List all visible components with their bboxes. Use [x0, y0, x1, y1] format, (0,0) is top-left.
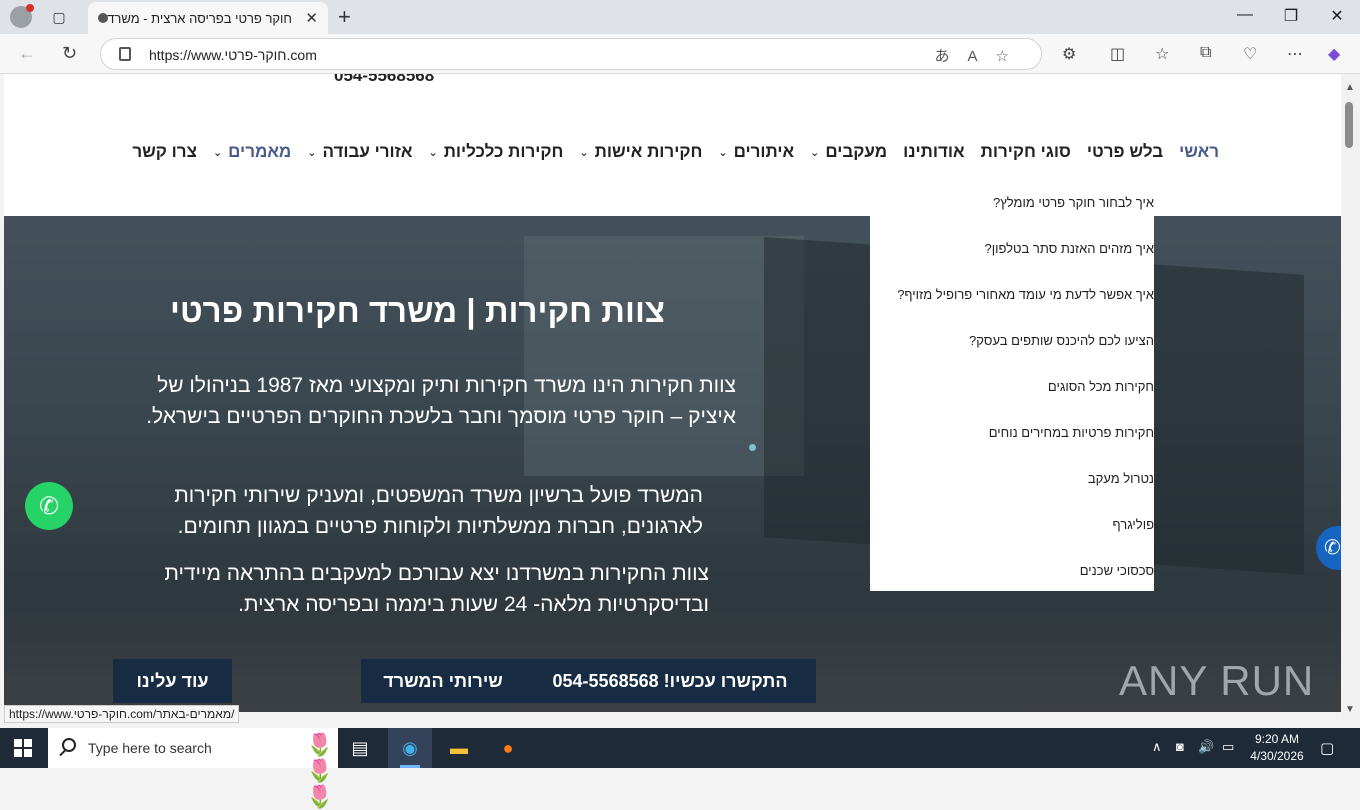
collections-icon[interactable]: ⧉	[1200, 44, 1211, 62]
office-services-button[interactable]: שירותי המשרד	[361, 659, 525, 703]
tab-close-icon[interactable]: ✕	[305, 9, 318, 27]
bullet-dot-icon	[749, 444, 756, 451]
menu-item-6[interactable]: מעקבים ⌄	[802, 142, 895, 162]
address-toolbar: ← ↻ https://www.חוקר-פרטי.com あA☆ ⚙ ◫ ☆ …	[0, 34, 1360, 74]
minimize-icon[interactable]: —	[1222, 6, 1268, 24]
clock-date: 4/30/2026	[1250, 749, 1304, 763]
browser-essentials-icon[interactable]: ♡	[1243, 44, 1257, 64]
taskbar-search[interactable]: Type here to search 🌷🌷🌷	[48, 728, 338, 809]
menu-item-9[interactable]: בלש פרטי	[1079, 142, 1171, 162]
windows-taskbar: Type here to search 🌷🌷🌷 ▤ ◉ ▬ ● ∧ ◙ 🔊 ▭ …	[0, 728, 1360, 809]
chevron-down-icon: ⌄	[212, 146, 223, 159]
hero-paragraph-2: המשרד פועל ברשיון משרד המשפטים, ומעניק ש…	[174, 484, 703, 538]
more-about-us-button[interactable]: עוד עלינו	[113, 659, 232, 703]
clock-time: 9:20 AM	[1254, 732, 1300, 746]
menu-item-label: ראשי	[1179, 142, 1219, 161]
menu-item-0[interactable]: צרו קשר	[124, 142, 205, 162]
profile-avatar[interactable]	[10, 4, 34, 28]
chevron-down-icon: ⌄	[307, 146, 317, 159]
windows-start-icon[interactable]	[14, 739, 32, 757]
scroll-up-icon[interactable]: ▲	[1345, 82, 1355, 93]
whatsapp-icon[interactable]: ✆	[25, 482, 73, 530]
menu-item-label: מאמרים	[228, 142, 292, 161]
main-menu: צרו קשר מאמרים ⌄ אזורי עבודה ⌄ חקירות כלכליות…	[124, 142, 1227, 162]
url-actions[interactable]: あA☆	[935, 45, 1027, 66]
dropdown-item-7[interactable]: פוליגרף	[1113, 517, 1154, 532]
dropdown-item-0[interactable]: איך לבחור חוקר פרטי מומלץ?	[993, 195, 1154, 210]
menu-item-3[interactable]: חקירות כלכליות ⌄	[420, 142, 571, 162]
menu-item-label: איתורים	[733, 142, 795, 161]
menu-item-label: בלש פרטי	[1086, 142, 1164, 161]
search-placeholder: Type here to search	[88, 740, 212, 756]
network-icon[interactable]: ▭	[1222, 739, 1234, 755]
anyrun-watermark: ANY RUN	[1119, 657, 1315, 704]
new-tab-icon[interactable]: +	[338, 4, 351, 30]
menu-item-label: סוגי חקירות	[980, 142, 1071, 161]
task-view-icon[interactable]: ▤	[348, 736, 372, 760]
menu-item-8[interactable]: סוגי חקירות	[973, 142, 1079, 162]
edge-icon[interactable]: ◉	[398, 736, 422, 760]
lock-icon[interactable]	[119, 47, 131, 61]
copilot-icon[interactable]: ◆	[1328, 44, 1340, 64]
page-scrollbar[interactable]: ▲ ▼	[1341, 74, 1360, 720]
dropdown-item-3[interactable]: הציעו לכם להיכנס שותפים בעסק?	[969, 333, 1154, 348]
chevron-down-icon: ⌄	[579, 146, 589, 159]
url-bar[interactable]: https://www.חוקר-פרטי.com あA☆	[100, 38, 1042, 70]
menu-item-label: אזורי עבודה	[322, 142, 413, 161]
search-icon	[62, 738, 76, 752]
url-text[interactable]: https://www.חוקר-פרטי.com	[149, 47, 317, 63]
articles-dropdown: איך לבחור חוקר פרטי מומלץ? איך מזהים האזנ…	[870, 181, 1154, 591]
back-icon[interactable]: ←	[18, 43, 36, 64]
firefox-icon[interactable]: ●	[496, 736, 520, 760]
dropdown-item-4[interactable]: חקירות מכל הסוגים	[1048, 379, 1154, 394]
hero-title: צוות חקירות | משרד חקירות פרטי	[170, 292, 665, 329]
menu-item-label: אודותינו	[903, 142, 965, 161]
volume-icon[interactable]: 🔊	[1198, 739, 1214, 755]
browser-tab[interactable]: חוקר פרטי בפריסה ארצית - משרד ✕	[88, 2, 328, 34]
tab-actions-icon[interactable]: ▢	[46, 7, 72, 27]
extensions-icon[interactable]: ⚙	[1062, 44, 1076, 64]
favorites-icon[interactable]: ☆	[1155, 44, 1169, 64]
more-menu-icon[interactable]: ⋯	[1287, 44, 1303, 64]
dropdown-item-1[interactable]: איך מזהים האזנת סתר בטלפון?	[985, 241, 1155, 256]
dropdown-item-5[interactable]: חקירות פרטיות במחירים נוחים	[989, 425, 1154, 440]
menu-item-label: חקירות אישות	[594, 142, 703, 161]
menu-item-5[interactable]: איתורים ⌄	[710, 142, 802, 162]
scroll-down-icon[interactable]: ▼	[1345, 704, 1355, 715]
menu-item-label: חקירות כלכליות	[443, 142, 564, 161]
hero-paragraph-3: צוות החקירות במשרדנו יצא עבורכם למעקבים …	[164, 562, 709, 616]
menu-item-10[interactable]: ראשי	[1171, 142, 1227, 162]
refresh-icon[interactable]: ↻	[62, 43, 77, 64]
menu-item-7[interactable]: אודותינו	[895, 142, 973, 162]
close-window-icon[interactable]: ✕	[1314, 6, 1360, 26]
restore-icon[interactable]: ❐	[1268, 6, 1314, 26]
show-hidden-icons-icon[interactable]: ∧	[1152, 739, 1162, 755]
tab-title: חוקר פרטי בפריסה ארצית - משרד	[107, 11, 292, 26]
menu-item-label: מעקבים	[825, 142, 888, 161]
meet-now-icon[interactable]: ◙	[1176, 739, 1184, 754]
scroll-thumb[interactable]	[1345, 102, 1353, 148]
header-phone[interactable]: 054-5568568	[334, 74, 434, 86]
menu-item-label: צרו קשר	[132, 142, 197, 161]
file-explorer-icon[interactable]: ▬	[447, 736, 471, 760]
tulips-icon: 🌷🌷🌷	[306, 732, 334, 809]
call-now-button[interactable]: התקשרו עכשיו! 054-5568568	[524, 659, 816, 703]
hero-paragraph-1: צוות חקירות הינו משרד חקירות ותיק ומקצוע…	[146, 374, 736, 428]
notifications-icon[interactable]: ▢	[1320, 739, 1334, 757]
web-page: 054-5568568 צרו קשר מאמרים ⌄ אזורי עבודה ⌄ חק…	[4, 74, 1341, 712]
taskbar-clock[interactable]: 9:20 AM 4/30/2026	[1246, 731, 1308, 765]
dropdown-item-2[interactable]: איך אפשר לדעת מי עומד מאחורי פרופיל מזוי…	[897, 287, 1154, 302]
split-screen-icon[interactable]: ◫	[1110, 44, 1125, 64]
menu-item-4[interactable]: חקירות אישות ⌄	[571, 142, 710, 162]
dropdown-item-8[interactable]: סכסוכי שכנים	[1080, 563, 1154, 578]
link-status-bar: https://www.חוקר-פרטי.com/מאמרים-באתר/	[4, 705, 240, 723]
chevron-down-icon: ⌄	[810, 146, 820, 159]
menu-item-1[interactable]: מאמרים ⌄	[205, 142, 299, 162]
menu-item-2[interactable]: אזורי עבודה ⌄	[299, 142, 420, 162]
dropdown-item-6[interactable]: נטרול מעקב	[1088, 471, 1154, 486]
chevron-down-icon: ⌄	[718, 146, 728, 159]
browser-tab-bar: ▢ חוקר פרטי בפריסה ארצית - משרד ✕ + — ❐ …	[0, 0, 1360, 34]
chevron-down-icon: ⌄	[428, 146, 438, 159]
